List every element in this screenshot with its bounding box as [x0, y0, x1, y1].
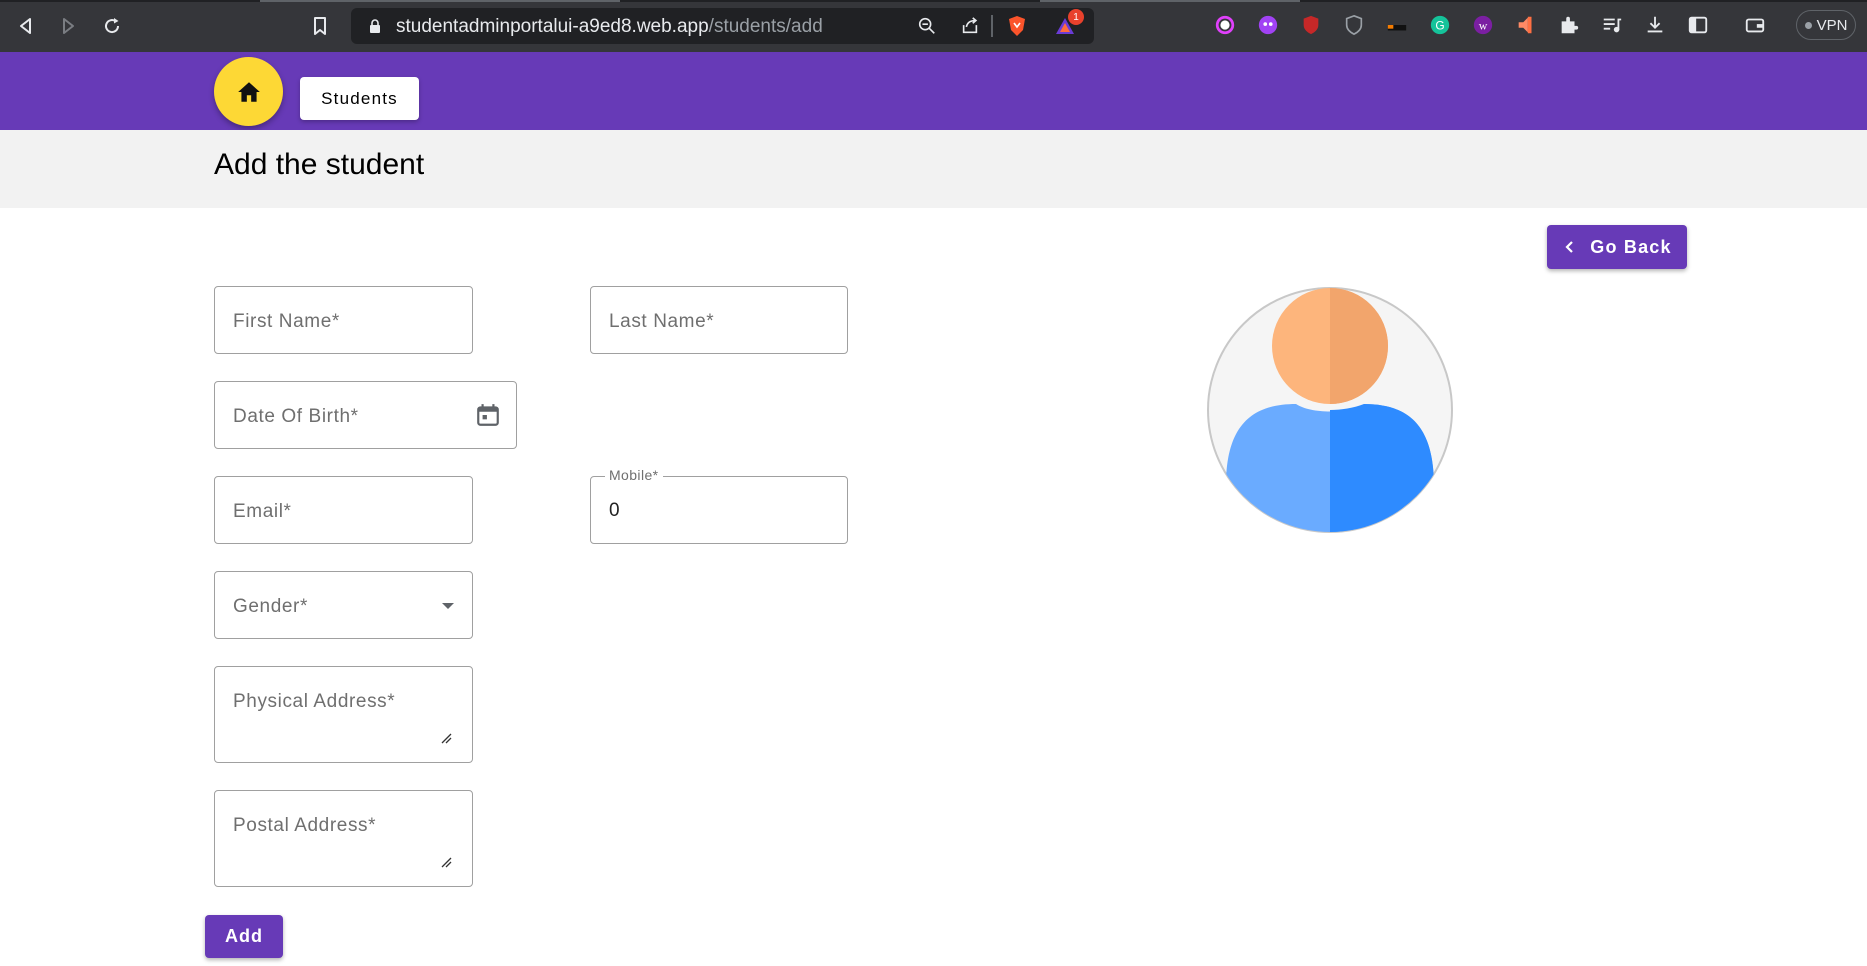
- email-placeholder: Email*: [233, 501, 292, 522]
- grammarly-icon[interactable]: G: [1428, 13, 1452, 37]
- download-icon[interactable]: [1643, 13, 1667, 37]
- brave-shield-icon[interactable]: [1006, 15, 1028, 37]
- postal-address-field[interactable]: Postal Address*: [214, 790, 473, 887]
- svg-text:w: w: [1479, 19, 1488, 33]
- privacy-extension-icon[interactable]: [1342, 13, 1366, 37]
- zoom-out-icon[interactable]: [916, 15, 938, 37]
- bookmark-icon[interactable]: [306, 12, 334, 40]
- resize-handle-icon[interactable]: [440, 856, 452, 868]
- dropdown-arrow-icon: [442, 603, 454, 609]
- share-icon[interactable]: [959, 15, 981, 37]
- gender-select[interactable]: Gender*: [214, 571, 473, 639]
- mobile-value: 0: [609, 500, 620, 521]
- page-title: Add the student: [214, 148, 425, 181]
- shield-extension-icon[interactable]: [1299, 13, 1323, 37]
- mobile-label: Mobile*: [605, 467, 663, 483]
- student-avatar: [1207, 287, 1453, 533]
- students-nav-button[interactable]: Students: [300, 77, 419, 120]
- last-name-placeholder: Last Name*: [609, 311, 715, 332]
- brave-rewards-icon[interactable]: 1: [1054, 9, 1084, 37]
- url-text: studentadminportalui-a9ed8.web.app/stude…: [396, 16, 823, 37]
- tab-strip: [0, 0, 1867, 2]
- postal-address-placeholder: Postal Address*: [233, 815, 377, 836]
- chevron-left-icon: [1565, 241, 1574, 253]
- home-icon: [237, 81, 260, 102]
- gender-placeholder: Gender*: [233, 596, 308, 617]
- reload-icon[interactable]: [98, 12, 126, 40]
- add-button[interactable]: Add: [205, 915, 283, 958]
- physical-address-field[interactable]: Physical Address*: [214, 666, 473, 763]
- vpn-button[interactable]: VPN: [1796, 10, 1856, 40]
- go-back-button[interactable]: Go Back: [1547, 225, 1687, 269]
- extensions-puzzle-icon[interactable]: [1557, 13, 1581, 37]
- calendar-icon[interactable]: [475, 402, 501, 428]
- notification-badge: 1: [1068, 9, 1084, 25]
- ai-extension-icon[interactable]: [1256, 13, 1280, 37]
- writing-extension-icon[interactable]: w: [1471, 13, 1495, 37]
- first-name-placeholder: First Name*: [233, 311, 340, 332]
- first-name-field[interactable]: First Name*: [214, 286, 473, 354]
- lock-icon: [370, 19, 380, 33]
- forward-icon[interactable]: [54, 12, 82, 40]
- media-queue-icon[interactable]: [1600, 13, 1624, 37]
- email-field[interactable]: Email*: [214, 476, 473, 544]
- home-button[interactable]: [214, 57, 283, 126]
- audio-extension-icon[interactable]: [1514, 13, 1538, 37]
- mobile-field[interactable]: Mobile* 0: [590, 467, 848, 544]
- divider: [991, 15, 993, 37]
- back-icon[interactable]: [12, 12, 40, 40]
- address-bar[interactable]: studentadminportalui-a9ed8.web.app/stude…: [351, 8, 1094, 44]
- wallet-icon[interactable]: [1743, 13, 1767, 37]
- browser-toolbar: studentadminportalui-a9ed8.web.app/stude…: [0, 0, 1867, 52]
- color-extension-icon[interactable]: [1213, 13, 1237, 37]
- dark-mode-extension-icon[interactable]: [1385, 13, 1409, 37]
- sidebar-icon[interactable]: [1686, 13, 1710, 37]
- vpn-status-dot: [1804, 21, 1812, 29]
- last-name-field[interactable]: Last Name*: [590, 286, 848, 354]
- dob-placeholder: Date Of Birth*: [233, 406, 359, 427]
- physical-address-placeholder: Physical Address*: [233, 691, 396, 712]
- svg-text:G: G: [1435, 19, 1444, 33]
- date-of-birth-field[interactable]: Date Of Birth*: [214, 381, 517, 449]
- resize-handle-icon[interactable]: [440, 732, 452, 744]
